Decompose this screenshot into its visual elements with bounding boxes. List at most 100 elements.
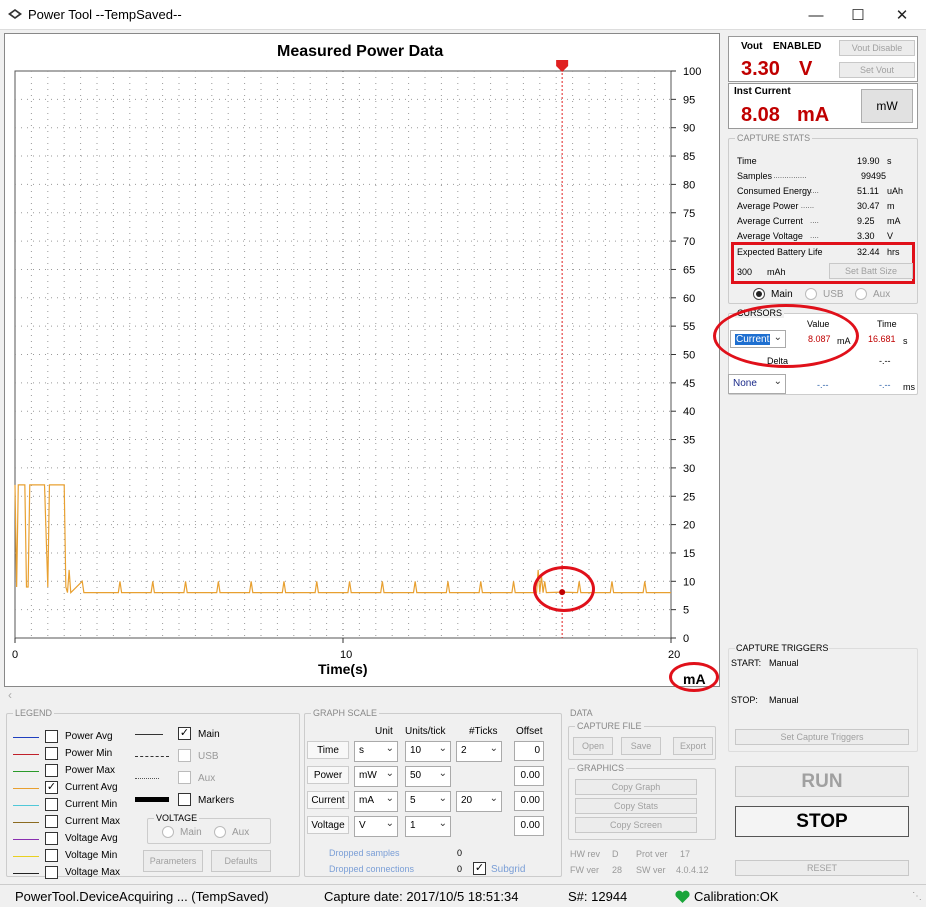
scale-upt-select-voltage[interactable]: 1 ⌄	[405, 816, 451, 837]
run-button[interactable]: RUN	[735, 766, 909, 797]
status-serial: S#: 12944	[568, 889, 628, 904]
inst-current-value: 8.08	[741, 104, 780, 126]
copy-screen-button[interactable]: Copy Screen	[575, 817, 697, 833]
cursor1-time: 16.681	[868, 334, 896, 344]
resize-grip-icon[interactable]: ⋱	[912, 891, 922, 902]
legend-checkbox-power-max[interactable]	[45, 764, 58, 777]
mw-toggle-button[interactable]: mW	[861, 89, 913, 123]
reset-button[interactable]: RESET	[735, 860, 909, 876]
y-tick-label: 0	[683, 633, 689, 645]
stats-label: Average Power	[737, 201, 799, 211]
radio-usb[interactable]	[805, 288, 817, 300]
scale-offset-input-current[interactable]: 0.00	[514, 791, 544, 811]
legend-label: Current Min	[65, 799, 118, 810]
export-button[interactable]: Export	[673, 737, 713, 755]
open-button[interactable]: Open	[573, 737, 613, 755]
set-vout-button[interactable]: Set Vout	[839, 62, 915, 78]
graphics-title: GRAPHICS	[575, 763, 627, 773]
data-group: DATA CAPTURE FILE Open Save Export GRAPH…	[566, 708, 720, 878]
scale-upt-select-power[interactable]: 50 ⌄	[405, 766, 451, 787]
cursor1-time-unit: s	[903, 336, 908, 346]
data-title: DATA	[570, 708, 593, 718]
copy-graph-button[interactable]: Copy Graph	[575, 779, 697, 795]
legend-checkbox-voltage-max[interactable]	[45, 866, 58, 879]
subgrid-label: Subgrid	[491, 864, 526, 875]
voltage-aux-radio[interactable]	[214, 826, 226, 838]
legend-label: Power Min	[65, 748, 113, 759]
scale-unit-select-current[interactable]: mA ⌄	[354, 791, 398, 812]
battery-size-value: 300	[737, 267, 753, 277]
legend-label: Voltage Avg	[65, 833, 118, 844]
stats-unit: uAh	[887, 186, 904, 196]
scale-header-unit: Unit	[375, 726, 393, 737]
stop-button[interactable]: STOP	[735, 806, 909, 837]
voltage-main-radio[interactable]	[162, 826, 174, 838]
copy-stats-button[interactable]: Copy Stats	[575, 798, 697, 814]
usb-checkbox[interactable]	[178, 749, 191, 762]
inst-current-unit: mA	[797, 104, 830, 126]
subgrid-checkbox[interactable]: ✓	[473, 862, 486, 875]
aux-checkbox[interactable]	[178, 771, 191, 784]
parameters-button[interactable]: Parameters	[143, 850, 203, 872]
cursor2-select[interactable]: None ⌄	[728, 374, 786, 394]
scale-upt-select-current[interactable]: 5 ⌄	[405, 791, 451, 812]
markers-checkbox[interactable]	[178, 793, 191, 806]
scale-ticks-select-current[interactable]: 20 ⌄	[456, 791, 502, 812]
legend-checkbox-current-max[interactable]	[45, 815, 58, 828]
graph-scale-title: GRAPH SCALE	[311, 708, 380, 718]
legend-usb-line	[135, 756, 169, 757]
sw-ver-label: SW ver	[636, 865, 666, 875]
vout-state: ENABLED	[773, 41, 822, 52]
minimize-icon[interactable]: —	[796, 2, 836, 28]
radio-usb-label: USB	[823, 289, 844, 300]
legend-line-voltage-avg	[13, 839, 39, 840]
scale-unit-select-voltage[interactable]: V ⌄	[354, 816, 398, 837]
defaults-button[interactable]: Defaults	[211, 850, 271, 872]
save-button[interactable]: Save	[621, 737, 661, 755]
legend-checkbox-voltage-min[interactable]	[45, 849, 58, 862]
power-graph[interactable]: 0 5 10 15 20 25 30 35 40 45 50 55 60 65 70 75 80 85 90 95 10…	[4, 33, 720, 692]
scale-ticks-select-time[interactable]: 2 ⌄	[456, 741, 502, 762]
y-tick-label: 40	[683, 406, 695, 418]
main-label: Main	[198, 729, 220, 740]
prot-ver-value: 17	[680, 849, 691, 859]
legend-checkbox-current-avg[interactable]: ✓	[45, 781, 58, 794]
voltage-aux-label: Aux	[232, 827, 250, 838]
scale-unit-select-time[interactable]: s ⌄	[354, 741, 398, 762]
vout-disable-button[interactable]: Vout Disable	[839, 40, 915, 56]
cursor2-time: -.--	[879, 380, 891, 390]
cursor-marker-icon[interactable]	[556, 60, 569, 72]
maximize-icon[interactable]: ☐	[838, 2, 878, 28]
hw-rev-label: HW rev	[570, 849, 600, 859]
capture-stats-group: CAPTURE STATS Time 19.90 s Samples.........…	[728, 133, 918, 304]
legend-label: Power Avg	[65, 731, 113, 742]
main-checkbox[interactable]: ✓	[178, 727, 191, 740]
scale-row-label-voltage: Voltage	[307, 816, 349, 834]
radio-main[interactable]	[753, 288, 765, 300]
y-tick-label: 70	[683, 236, 695, 248]
stats-unit: V	[887, 231, 894, 241]
legend-checkbox-current-min[interactable]	[45, 798, 58, 811]
scale-offset-input-time[interactable]: 0	[514, 741, 544, 761]
scale-offset-input-voltage[interactable]: 0.00	[514, 816, 544, 836]
y-tick-label: 35	[683, 435, 695, 447]
legend-markers-line	[135, 797, 169, 802]
scale-unit-select-power[interactable]: mW ⌄	[354, 766, 398, 787]
set-batt-size-button[interactable]: Set Batt Size	[829, 263, 913, 279]
legend-checkbox-power-avg[interactable]	[45, 730, 58, 743]
set-capture-triggers-button[interactable]: Set Capture Triggers	[735, 729, 909, 745]
annotation-circle-cursors	[713, 304, 859, 368]
dropped-samples-label: Dropped samples	[329, 848, 400, 858]
close-icon[interactable]: ✕	[882, 2, 922, 28]
legend-checkbox-voltage-avg[interactable]	[45, 832, 58, 845]
cursor2-value: -.--	[817, 380, 829, 390]
scale-offset-input-power[interactable]: 0.00	[514, 766, 544, 786]
legend-checkbox-power-min[interactable]	[45, 747, 58, 760]
legend-title: LEGEND	[13, 708, 55, 718]
scale-upt-select-time[interactable]: 10 ⌄	[405, 741, 451, 762]
stats-unit: mA	[887, 216, 901, 226]
app-icon	[8, 9, 22, 19]
radio-aux[interactable]	[855, 288, 867, 300]
scroll-left-icon[interactable]: ‹	[4, 688, 720, 702]
y-tick-label: 10	[683, 576, 695, 588]
